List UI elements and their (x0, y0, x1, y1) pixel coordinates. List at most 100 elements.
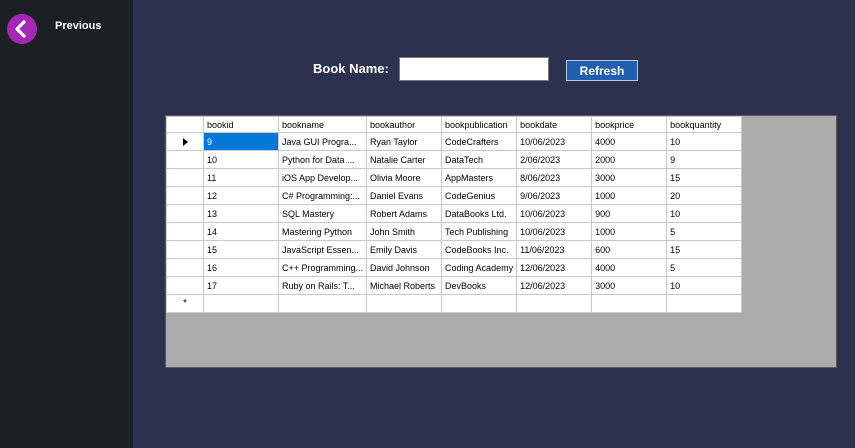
cell-bookdate[interactable]: 12/06/2023 (516, 258, 593, 277)
cell-bookpublication[interactable]: Tech Publishing (441, 222, 518, 241)
cell-bookid[interactable]: 12 (203, 186, 279, 205)
previous-label[interactable]: Previous (55, 20, 101, 32)
cell-bookquantity[interactable]: 20 (666, 186, 743, 205)
corner-header[interactable] (166, 116, 204, 133)
cell-bookpublication[interactable]: CodeBooks Inc. (441, 240, 518, 259)
cell-bookquantity[interactable]: 5 (666, 222, 743, 241)
cell-bookquantity[interactable]: 10 (666, 132, 743, 151)
column-header-bookprice[interactable]: bookprice (591, 116, 668, 133)
back-button[interactable] (7, 14, 37, 44)
cell-bookquantity[interactable]: 9 (666, 150, 743, 169)
cell-bookid[interactable]: 16 (203, 258, 279, 277)
cell-bookid[interactable]: 14 (203, 222, 279, 241)
cell-bookpublication[interactable]: DevBooks (441, 276, 518, 295)
cell-bookprice[interactable]: 1000 (591, 222, 668, 241)
cell-bookquantity[interactable]: 15 (666, 168, 743, 187)
cell-bookid[interactable]: 11 (203, 168, 279, 187)
column-header-bookpublication[interactable]: bookpublication (441, 116, 518, 133)
cell-bookname[interactable]: Python for Data ... (277, 150, 368, 169)
row-header[interactable] (166, 150, 204, 169)
cell-bookpublication[interactable]: AppMasters (441, 168, 518, 187)
cell-bookname[interactable]: C++ Programming... (277, 258, 368, 277)
new-row-cell[interactable] (277, 294, 368, 313)
cell-bookdate[interactable]: 10/06/2023 (516, 204, 593, 223)
cell-bookname[interactable]: SQL Mastery (277, 204, 368, 223)
cell-bookid[interactable]: 9 (203, 132, 279, 151)
cell-bookprice[interactable]: 2000 (591, 150, 668, 169)
cell-bookname[interactable]: C# Programming:... (277, 186, 368, 205)
table-row[interactable]: 10 Python for Data ... Natalie Carter Data… (166, 150, 743, 169)
cell-bookauthor[interactable]: Robert Adams (366, 204, 443, 223)
cell-bookname[interactable]: iOS App Develop... (277, 168, 368, 187)
cell-bookprice[interactable]: 1000 (591, 186, 668, 205)
cell-bookquantity[interactable]: 5 (666, 258, 743, 277)
new-row-cell[interactable] (203, 294, 279, 313)
cell-bookdate[interactable]: 8/06/2023 (516, 168, 593, 187)
book-name-input[interactable] (399, 57, 549, 81)
cell-bookauthor[interactable]: Ryan Taylor (366, 132, 443, 151)
cell-bookname[interactable]: JavaScript Essen... (277, 240, 368, 259)
new-row-cell[interactable] (591, 294, 668, 313)
cell-bookname[interactable]: Java GUI Progra... (277, 132, 368, 151)
cell-bookprice[interactable]: 3000 (591, 168, 668, 187)
new-row-cell[interactable] (516, 294, 593, 313)
cell-bookprice[interactable]: 4000 (591, 258, 668, 277)
cell-bookid[interactable]: 13 (203, 204, 279, 223)
cell-bookquantity[interactable]: 15 (666, 240, 743, 259)
column-header-bookname[interactable]: bookname (277, 116, 368, 133)
table-row[interactable]: 16 C++ Programming... David Johnson Coding… (166, 258, 743, 277)
cell-bookdate[interactable]: 12/06/2023 (516, 276, 593, 295)
row-header[interactable] (166, 258, 204, 277)
refresh-button[interactable]: Refresh (566, 60, 638, 81)
cell-bookprice[interactable]: 3000 (591, 276, 668, 295)
cell-bookauthor[interactable]: David Johnson (366, 258, 443, 277)
cell-bookprice[interactable]: 4000 (591, 132, 668, 151)
table-row[interactable]: 15 JavaScript Essen... Emily Davis CodeBoo… (166, 240, 743, 259)
cell-bookdate[interactable]: 10/06/2023 (516, 132, 593, 151)
row-header[interactable] (166, 186, 204, 205)
new-row-cell[interactable] (366, 294, 443, 313)
cell-bookpublication[interactable]: CodeGenius (441, 186, 518, 205)
cell-bookprice[interactable]: 900 (591, 204, 668, 223)
column-header-bookid[interactable]: bookid (203, 116, 279, 133)
table-row[interactable]: 12 C# Programming:... Daniel Evans CodeGen… (166, 186, 743, 205)
cell-bookauthor[interactable]: Natalie Carter (366, 150, 443, 169)
books-data-grid[interactable]: bookid bookname bookauthor bookpublicati… (165, 115, 837, 368)
cell-bookpublication[interactable]: DataBooks Ltd. (441, 204, 518, 223)
table-row[interactable]: 17 Ruby on Rails: T... Michael Roberts Dev… (166, 276, 743, 295)
table-row[interactable]: 9 Java GUI Progra... Ryan Taylor CodeCrafte… (166, 132, 743, 151)
row-header[interactable] (166, 204, 204, 223)
cell-bookdate[interactable]: 2/06/2023 (516, 150, 593, 169)
cell-bookpublication[interactable]: Coding Academy (441, 258, 518, 277)
cell-bookquantity[interactable]: 10 (666, 204, 743, 223)
cell-bookpublication[interactable]: CodeCrafters (441, 132, 518, 151)
cell-bookname[interactable]: Ruby on Rails: T... (277, 276, 368, 295)
column-header-bookauthor[interactable]: bookauthor (366, 116, 443, 133)
cell-bookprice[interactable]: 600 (591, 240, 668, 259)
table-row[interactable]: 11 iOS App Develop... Olivia Moore AppMaste… (166, 168, 743, 187)
row-header[interactable] (166, 276, 204, 295)
cell-bookpublication[interactable]: DataTech (441, 150, 518, 169)
cell-bookdate[interactable]: 11/06/2023 (516, 240, 593, 259)
new-row[interactable]: * (166, 294, 743, 313)
cell-bookid[interactable]: 15 (203, 240, 279, 259)
cell-bookauthor[interactable]: Michael Roberts (366, 276, 443, 295)
cell-bookauthor[interactable]: Daniel Evans (366, 186, 443, 205)
cell-bookdate[interactable]: 10/06/2023 (516, 222, 593, 241)
row-header[interactable] (166, 168, 204, 187)
cell-bookauthor[interactable]: Emily Davis (366, 240, 443, 259)
table-row[interactable]: 14 Mastering Python John Smith Tech Publi… (166, 222, 743, 241)
column-header-bookquantity[interactable]: bookquantity (666, 116, 743, 133)
new-row-cell[interactable] (441, 294, 518, 313)
cell-bookdate[interactable]: 9/06/2023 (516, 186, 593, 205)
table-row[interactable]: 13 SQL Mastery Robert Adams DataBooks Ltd. 1… (166, 204, 743, 223)
cell-bookauthor[interactable]: John Smith (366, 222, 443, 241)
cell-bookauthor[interactable]: Olivia Moore (366, 168, 443, 187)
new-row-cell[interactable] (666, 294, 743, 313)
cell-bookquantity[interactable]: 10 (666, 276, 743, 295)
row-header[interactable] (166, 240, 204, 259)
row-header[interactable] (166, 132, 204, 151)
cell-bookname[interactable]: Mastering Python (277, 222, 368, 241)
cell-bookid[interactable]: 10 (203, 150, 279, 169)
column-header-bookdate[interactable]: bookdate (516, 116, 593, 133)
